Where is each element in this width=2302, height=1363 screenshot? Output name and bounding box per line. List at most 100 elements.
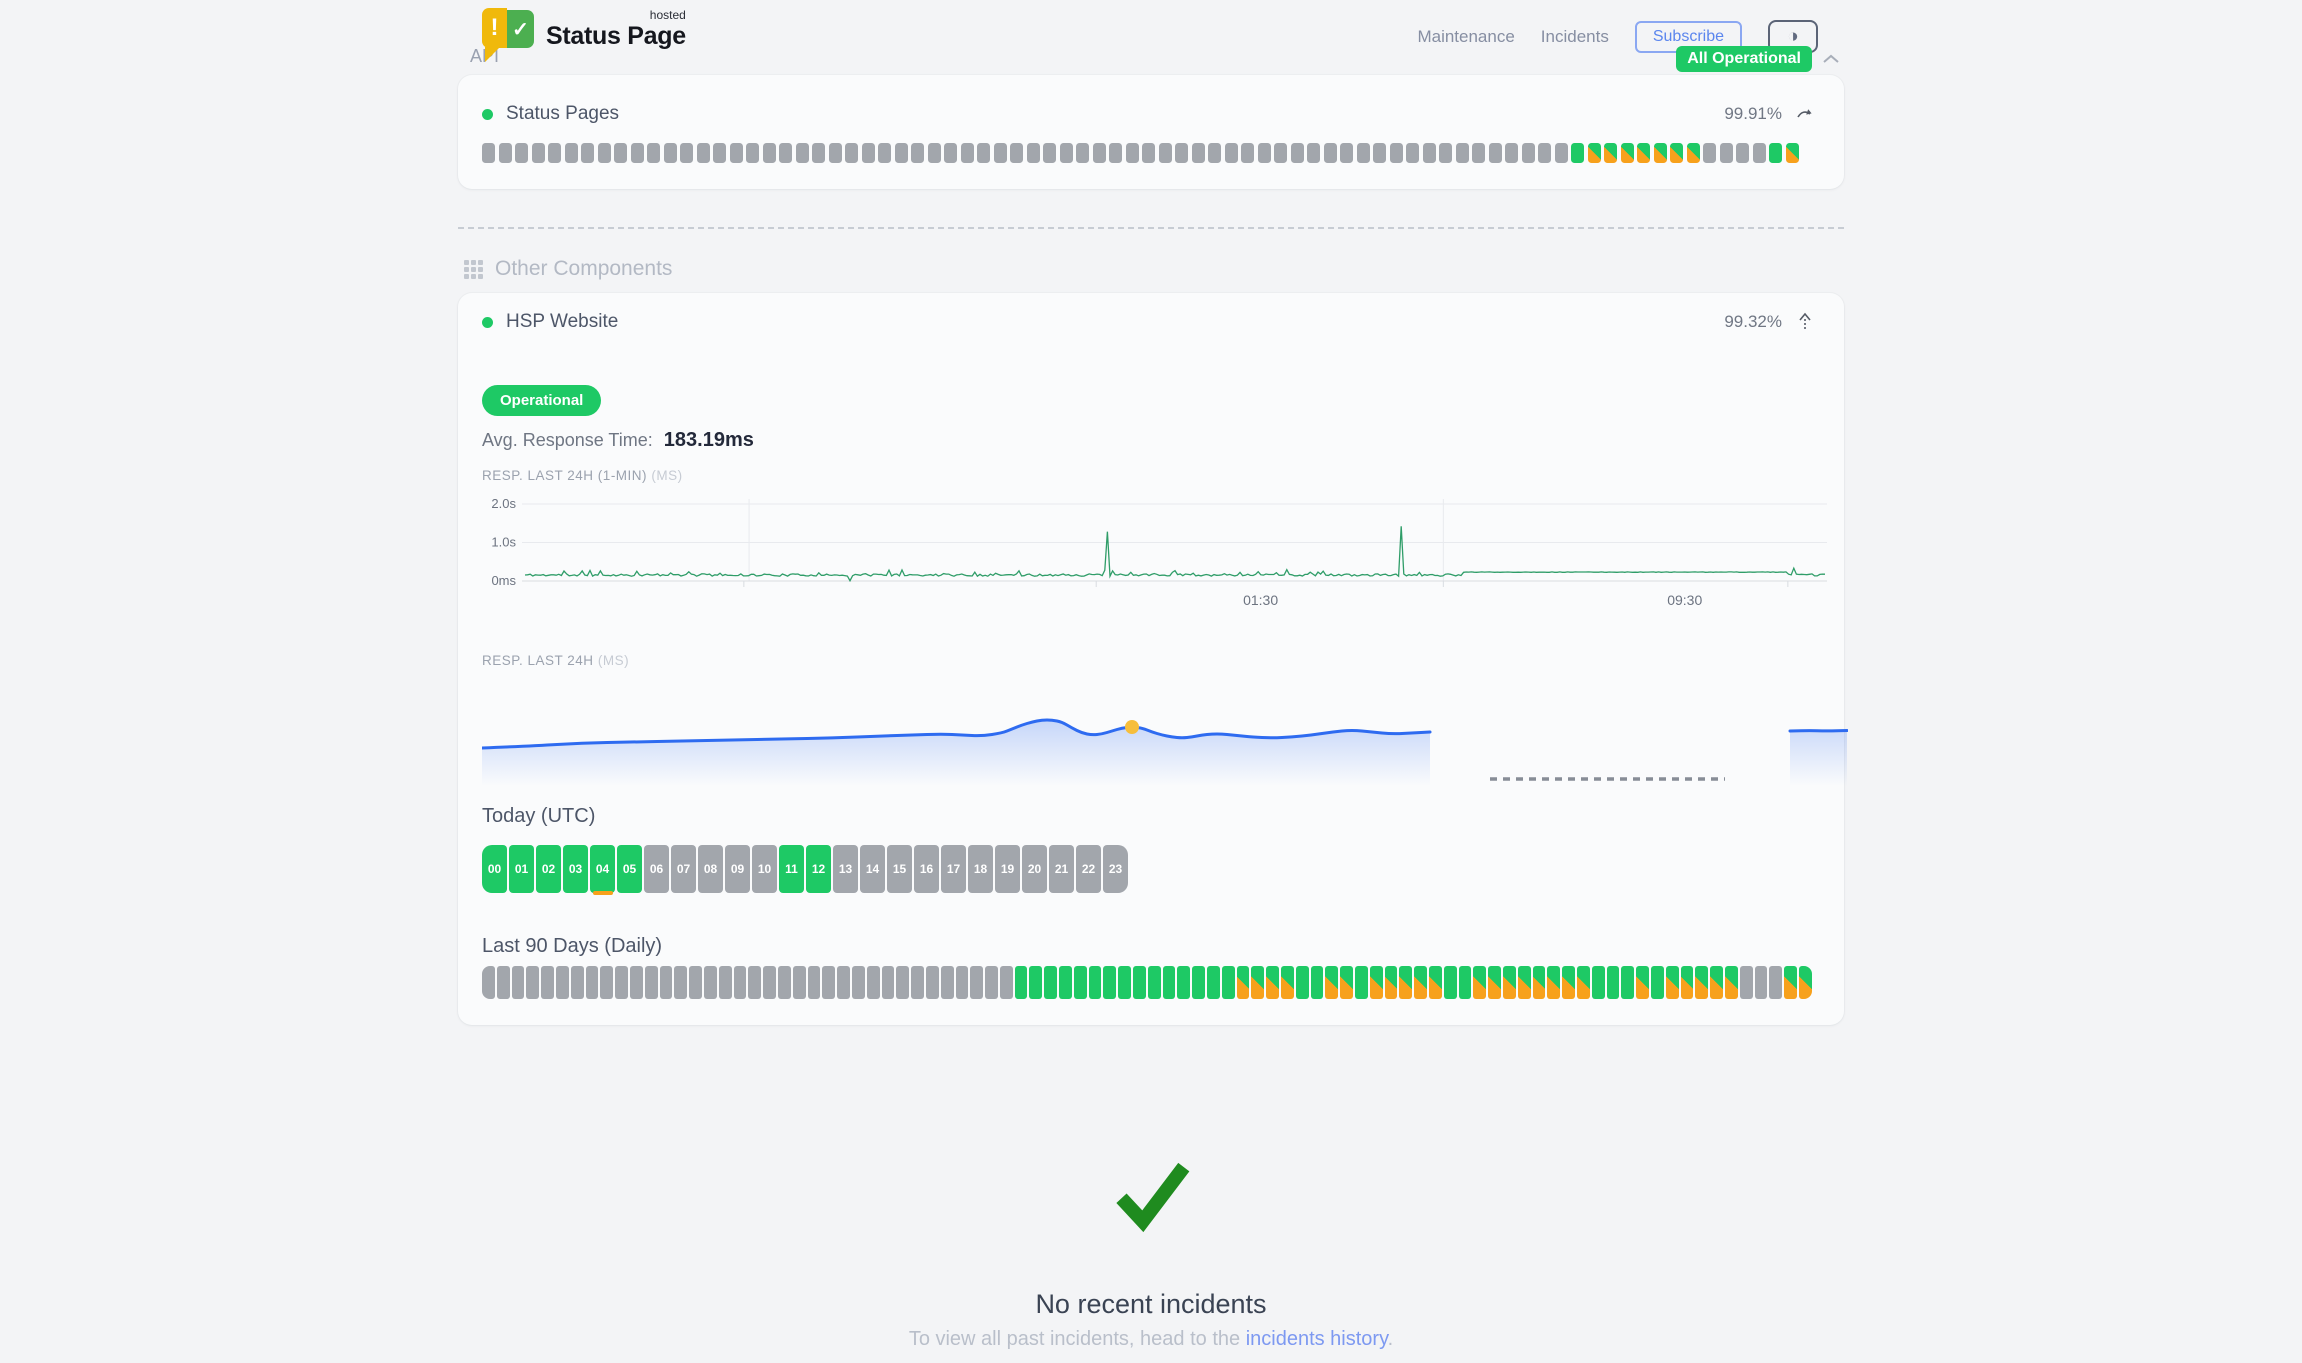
uptime-bar[interactable] [1291,143,1304,163]
uptime-bar[interactable] [1636,966,1649,999]
uptime-bar[interactable] [837,966,850,999]
arrow-up-icon[interactable] [1796,312,1814,332]
uptime-bar[interactable] [1414,966,1427,999]
hour-cell[interactable]: 20 [1022,845,1047,893]
uptime-bar[interactable] [548,143,561,163]
uptime-bar[interactable] [1720,143,1733,163]
uptime-bar[interactable] [1237,966,1250,999]
uptime-bar[interactable] [1533,966,1546,999]
uptime-bar[interactable] [822,966,835,999]
uptime-bar[interactable] [1000,966,1013,999]
last-90-days-strip[interactable] [482,966,1820,999]
hour-cell[interactable]: 12 [806,845,831,893]
uptime-bar[interactable] [1373,143,1386,163]
uptime-bar[interactable] [499,143,512,163]
uptime-bar[interactable] [1222,966,1235,999]
uptime-bar[interactable] [515,143,528,163]
hour-cell[interactable]: 15 [887,845,912,893]
hour-cell[interactable]: 02 [536,845,561,893]
uptime-bar[interactable] [1027,143,1040,163]
uptime-bar[interactable] [1555,143,1568,163]
uptime-bar[interactable] [1357,143,1370,163]
nav-incidents[interactable]: Incidents [1541,27,1609,47]
uptime-bar[interactable] [1784,966,1797,999]
uptime-bar[interactable] [1577,966,1590,999]
uptime-bar[interactable] [1651,966,1664,999]
uptime-bar[interactable] [961,143,974,163]
uptime-bar[interactable] [1588,143,1601,163]
chevron-up-icon[interactable] [1822,54,1840,64]
uptime-bar[interactable] [852,966,865,999]
uptime-bar[interactable] [1296,966,1309,999]
uptime-bar[interactable] [1208,143,1221,163]
uptime-bar[interactable] [1769,143,1782,163]
uptime-bar[interactable] [1010,143,1023,163]
uptime-bar[interactable] [1456,143,1469,163]
uptime-bar[interactable] [730,143,743,163]
uptime-bar[interactable] [704,966,717,999]
uptime-bar[interactable] [896,966,909,999]
uptime-bar[interactable] [719,966,732,999]
uptime-bar[interactable] [1423,143,1436,163]
hour-cell[interactable]: 06 [644,845,669,893]
uptime-bar[interactable] [1266,966,1279,999]
uptime-bar[interactable] [1225,143,1238,163]
uptime-bar[interactable] [1799,966,1812,999]
uptime-bar[interactable] [1522,143,1535,163]
uptime-bar[interactable] [598,143,611,163]
uptime-bar[interactable] [1148,966,1161,999]
uptime-bar[interactable] [1518,966,1531,999]
uptime-bar[interactable] [680,143,693,163]
uptime-bar[interactable] [793,966,806,999]
uptime-bar[interactable] [571,966,584,999]
uptime-bar[interactable] [1281,966,1294,999]
uptime-bar[interactable] [1324,143,1337,163]
uptime-bar[interactable] [1192,143,1205,163]
uptime-bar[interactable] [1489,143,1502,163]
uptime-bar[interactable] [1390,143,1403,163]
uptime-bar[interactable] [1029,966,1042,999]
uptime-bar[interactable] [1093,143,1106,163]
uptime-bar[interactable] [1159,143,1172,163]
uptime-bar[interactable] [581,143,594,163]
uptime-bar[interactable] [796,143,809,163]
uptime-bar[interactable] [1192,966,1205,999]
uptime-bar[interactable] [734,966,747,999]
uptime-bar[interactable] [1538,143,1551,163]
uptime-bar[interactable] [1307,143,1320,163]
uptime-bar[interactable] [778,966,791,999]
uptime-bar[interactable] [497,966,510,999]
uptime-bar[interactable] [1695,966,1708,999]
hour-cell[interactable]: 05 [617,845,642,893]
uptime-bar[interactable] [1015,966,1028,999]
uptime-bar[interactable] [1355,966,1368,999]
uptime-bar[interactable] [1059,966,1072,999]
uptime-bar[interactable] [1060,143,1073,163]
uptime-bar[interactable] [1786,143,1799,163]
uptime-bar[interactable] [895,143,908,163]
hour-cell[interactable]: 16 [914,845,939,893]
uptime-bar[interactable] [1459,966,1472,999]
uptime-bar[interactable] [1703,143,1716,163]
uptime-bar[interactable] [941,966,954,999]
uptime-bar[interactable] [1755,966,1768,999]
uptime-bar[interactable] [1604,143,1617,163]
uptime-bar[interactable] [1637,143,1650,163]
uptime-bar[interactable] [565,143,578,163]
uptime-bar[interactable] [977,143,990,163]
uptime-bar[interactable] [763,143,776,163]
hour-cell[interactable]: 23 [1103,845,1128,893]
uptime-bar[interactable] [1089,966,1102,999]
uptime-bar[interactable] [1736,143,1749,163]
uptime-bar[interactable] [1177,966,1190,999]
hour-cell[interactable]: 09 [725,845,750,893]
hour-cell[interactable]: 03 [563,845,588,893]
uptime-bar[interactable] [532,143,545,163]
uptime-bar[interactable] [630,966,643,999]
uptime-bar[interactable] [660,966,673,999]
hour-cell[interactable]: 22 [1076,845,1101,893]
uptime-bar[interactable] [1258,143,1271,163]
uptime-bar[interactable] [482,143,495,163]
uptime-bar[interactable] [1753,143,1766,163]
uptime-bar[interactable] [1562,966,1575,999]
